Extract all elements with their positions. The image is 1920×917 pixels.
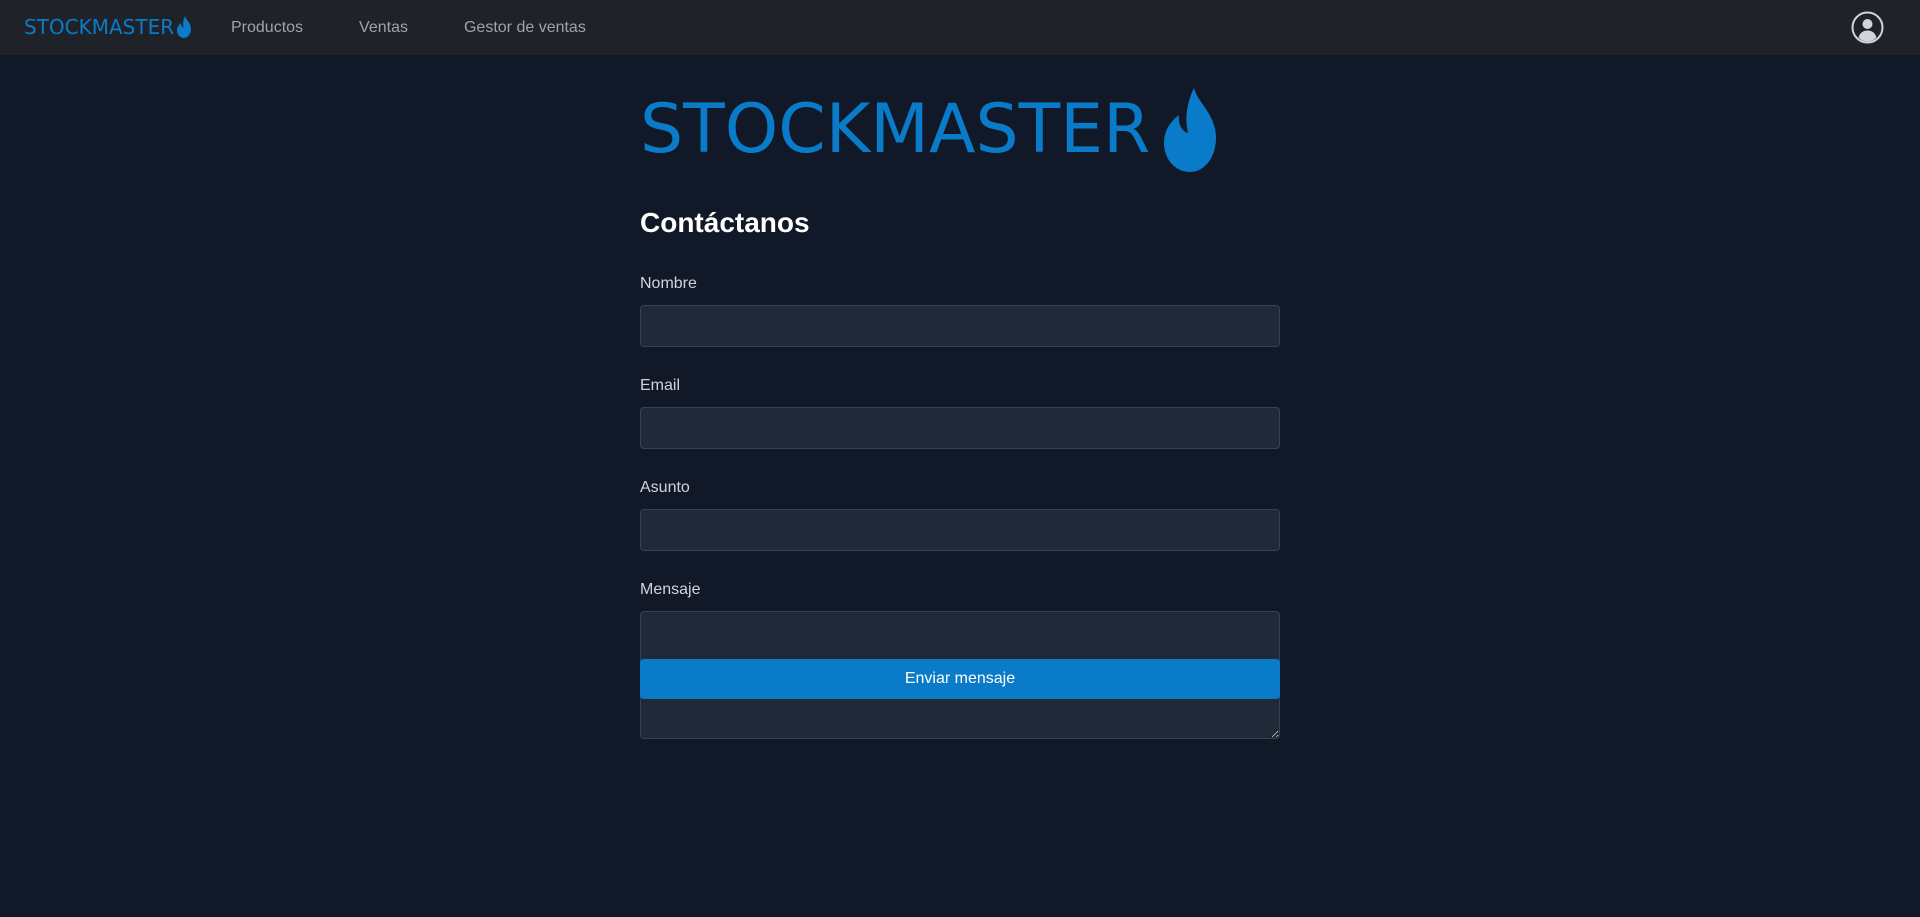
brand-name: STOCKMASTER [24, 15, 175, 39]
email-label: Email [640, 377, 681, 394]
flame-icon [177, 16, 192, 38]
email-input[interactable] [640, 407, 1280, 449]
flame-icon [1164, 88, 1217, 172]
field-asunto: Asunto [640, 478, 1280, 551]
field-email: Email [640, 376, 1280, 449]
contact-page: STOCKMASTER Contáctanos Nombre Email Asu… [640, 88, 1280, 739]
user-circle-icon[interactable] [1851, 11, 1884, 44]
nombre-label: Nombre [640, 275, 697, 292]
nav-link-gestor-de-ventas[interactable]: Gestor de ventas [464, 19, 586, 37]
brand-logo-link[interactable]: STOCKMASTER [24, 15, 192, 39]
mensaje-label: Mensaje [640, 581, 701, 598]
top-navbar: STOCKMASTER Productos Ventas Gestor de v… [0, 0, 1920, 55]
hero-logo: STOCKMASTER [640, 88, 1280, 172]
hero-logo-text: STOCKMASTER [640, 90, 1151, 169]
nav-links: Productos Ventas Gestor de ventas [231, 0, 642, 55]
nav-link-ventas[interactable]: Ventas [359, 19, 408, 37]
nombre-input[interactable] [640, 305, 1280, 347]
page-title: Contáctanos [640, 207, 810, 238]
asunto-input[interactable] [640, 509, 1280, 551]
nav-link-productos[interactable]: Productos [231, 19, 303, 37]
send-message-button[interactable]: Enviar mensaje [640, 659, 1280, 699]
asunto-label: Asunto [640, 479, 690, 496]
field-nombre: Nombre [640, 274, 1280, 347]
